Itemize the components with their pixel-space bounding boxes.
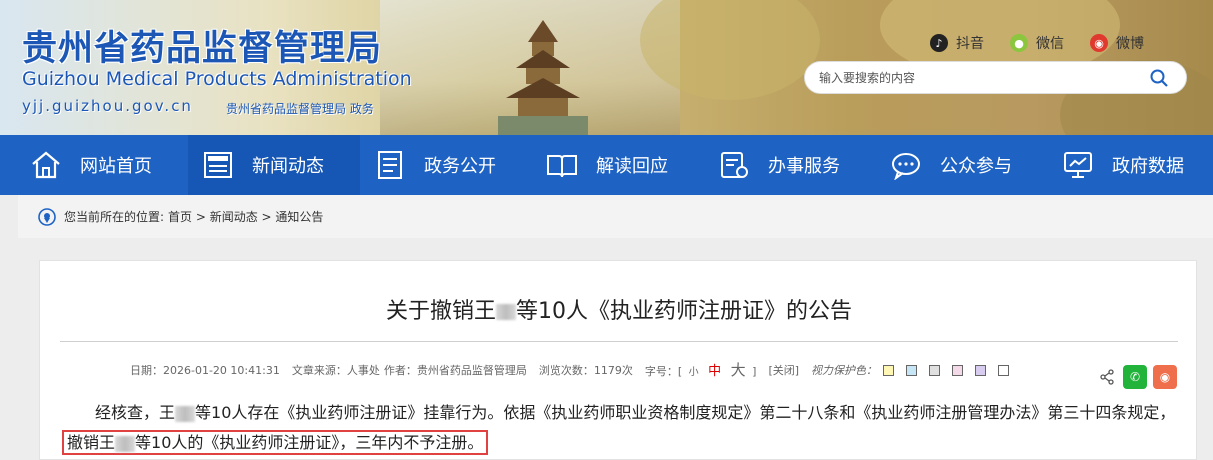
site-subtitle: 贵州省药品监督管理局 政务 (226, 102, 374, 116)
search-icon[interactable] (1150, 69, 1168, 87)
article-meta: 日期：2026-01-20 10:41:31 文章来源：人事处 作者：贵州省药品… (130, 359, 1033, 380)
vision-color-swatch[interactable] (906, 364, 918, 376)
article-body: 经核查，王 等10人存在《执业药师注册证》挂靠行为。依据《执业药师职业资格制度规定… (62, 398, 1182, 458)
social-douyin[interactable]: ♪ 抖音 (930, 33, 984, 53)
douyin-icon: ♪ (930, 34, 948, 52)
font-large-button[interactable]: 大 (731, 361, 746, 379)
highlighted-decision: 撤销王 等10人的《执业药师注册证》，三年内不予注册。 (62, 430, 489, 455)
main-nav: 网站首页 新闻动态 政务公开 解读回应 办事服务 公众参与 政府数据 (0, 135, 1213, 195)
news-icon (204, 152, 232, 178)
font-medium-button[interactable]: 中 (708, 364, 721, 379)
social-weibo[interactable]: ◉ 微博 (1090, 33, 1144, 53)
nav-item-news[interactable]: 新闻动态 (188, 135, 360, 195)
font-size-controls: 字号：[ 小 中 大 ] (644, 361, 757, 379)
nav-item-home[interactable]: 网站首页 (0, 135, 188, 195)
vision-color-swatch[interactable] (883, 364, 895, 376)
wechat-icon: ● (1010, 34, 1028, 52)
location-icon (38, 207, 56, 226)
meta-views: 浏览次数：1179次 (538, 363, 633, 377)
meta-date: 日期：2026-01-20 10:41:31 (130, 363, 280, 377)
redacted-name (115, 435, 136, 452)
title-divider (60, 341, 1178, 342)
breadcrumb-prefix: 您当前所在的位置: (64, 210, 165, 224)
meta-source: 文章来源：人事处 (291, 363, 380, 377)
vision-color-swatch[interactable] (952, 364, 964, 376)
site-title-en: Guizhou Medical Products Administration (22, 68, 412, 90)
breadcrumb-path[interactable]: 首页 > 新闻动态 > 通知公告 (168, 208, 323, 225)
share-weibo-icon[interactable]: ◉ (1153, 365, 1177, 389)
vision-color-swatch[interactable] (998, 364, 1010, 376)
redacted-name (175, 405, 196, 422)
nav-item-gov-data[interactable]: 政府数据 (1048, 135, 1213, 195)
vision-color-swatches (883, 363, 1021, 376)
chat-icon (892, 153, 920, 180)
service-icon (721, 152, 748, 178)
share-wechat-icon[interactable]: ✆ (1123, 365, 1147, 389)
share-icon[interactable] (1099, 369, 1115, 385)
search-input[interactable] (819, 70, 1139, 85)
search-box (804, 61, 1187, 94)
book-icon (547, 155, 577, 178)
home-icon (32, 151, 60, 179)
close-link[interactable]: [关闭] (768, 362, 799, 378)
nav-item-services[interactable]: 办事服务 (704, 135, 876, 195)
header-banner: 贵州省药品监督管理局 Guizhou Medical Products Admi… (0, 0, 1213, 135)
redacted-name (496, 304, 516, 320)
social-wechat[interactable]: ● 微信 (1010, 33, 1064, 53)
article-card: 关于撤销王 等10人《执业药师注册证》的公告 日期：2026-01-20 10:4… (39, 260, 1197, 460)
nav-item-participation[interactable]: 公众参与 (876, 135, 1048, 195)
site-domain: yjj.guizhou.gov.cn (22, 97, 193, 115)
pagoda-icon (498, 20, 588, 135)
data-icon (1064, 152, 1092, 178)
site-title: 贵州省药品监督管理局 (22, 29, 383, 69)
vision-color-swatch[interactable] (975, 364, 987, 376)
vision-color-swatch[interactable] (929, 364, 941, 376)
breadcrumb: 您当前所在的位置: 首页 > 新闻动态 > 通知公告 (18, 195, 1213, 238)
font-small-button[interactable]: 小 (689, 367, 699, 378)
article-title: 关于撤销王 等10人《执业药师注册证》的公告 (385, 299, 852, 324)
nav-item-interpretation[interactable]: 解读回应 (532, 135, 704, 195)
meta-author: 作者：贵州省药品监督管理局 (383, 363, 527, 377)
vision-protect-label: 视力保护色： (811, 363, 878, 377)
nav-item-gov-affairs[interactable]: 政务公开 (360, 135, 532, 195)
document-icon (378, 151, 402, 179)
weibo-icon: ◉ (1090, 34, 1108, 52)
